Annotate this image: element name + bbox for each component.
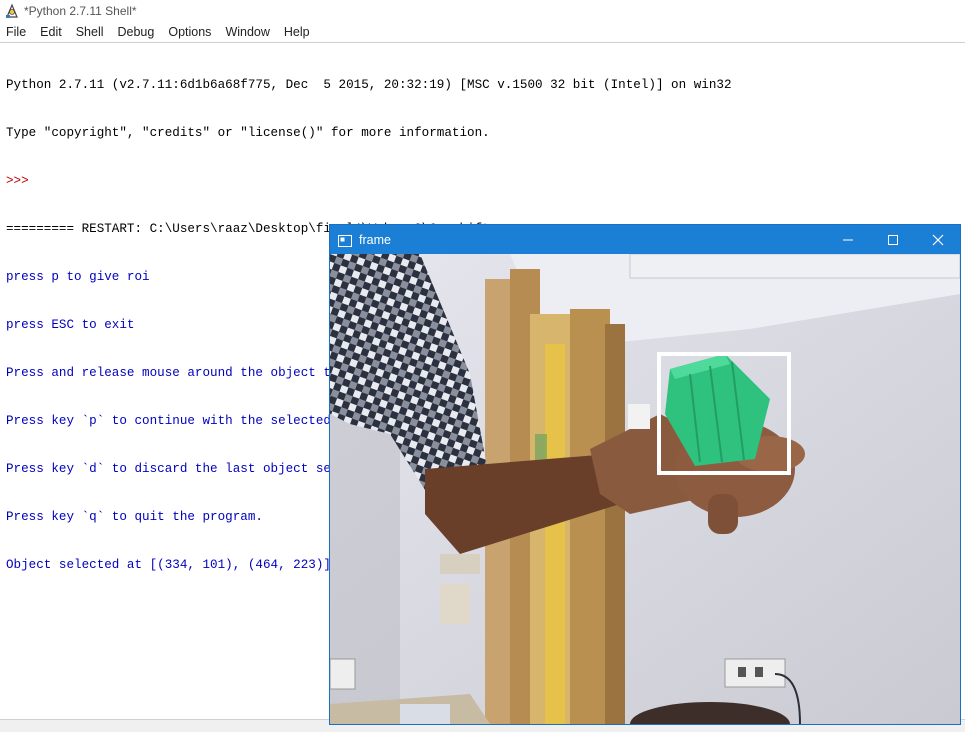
- frame-titlebar[interactable]: frame: [330, 225, 960, 254]
- frame-window[interactable]: frame: [329, 224, 961, 725]
- menu-file[interactable]: File: [0, 22, 32, 42]
- idle-titlebar: *Python 2.7.11 Shell*: [0, 0, 965, 22]
- close-icon: [932, 234, 943, 245]
- shell-prompt: >>>: [6, 174, 37, 188]
- maximize-button[interactable]: [870, 225, 915, 254]
- webcam-frame[interactable]: [330, 254, 960, 724]
- minimize-icon: [842, 239, 853, 240]
- shell-line: Type "copyright", "credits" or "license(…: [6, 126, 490, 140]
- menu-debug[interactable]: Debug: [112, 22, 161, 42]
- menu-window[interactable]: Window: [219, 22, 275, 42]
- idle-python-icon: [4, 3, 20, 19]
- frame-title: frame: [359, 232, 391, 247]
- menu-options[interactable]: Options: [162, 22, 217, 42]
- menu-bar: File Edit Shell Debug Options Window Hel…: [0, 22, 965, 43]
- minimize-button[interactable]: [825, 225, 870, 254]
- menu-shell[interactable]: Shell: [70, 22, 110, 42]
- close-button[interactable]: [915, 225, 960, 254]
- menu-edit[interactable]: Edit: [34, 22, 68, 42]
- opencv-window-icon: [338, 234, 352, 247]
- shell-line: Python 2.7.11 (v2.7.11:6d1b6a68f775, Dec…: [6, 78, 732, 92]
- maximize-icon: [887, 234, 898, 245]
- menu-help[interactable]: Help: [278, 22, 316, 42]
- webcam-image: [330, 254, 960, 724]
- window-title: *Python 2.7.11 Shell*: [24, 4, 137, 18]
